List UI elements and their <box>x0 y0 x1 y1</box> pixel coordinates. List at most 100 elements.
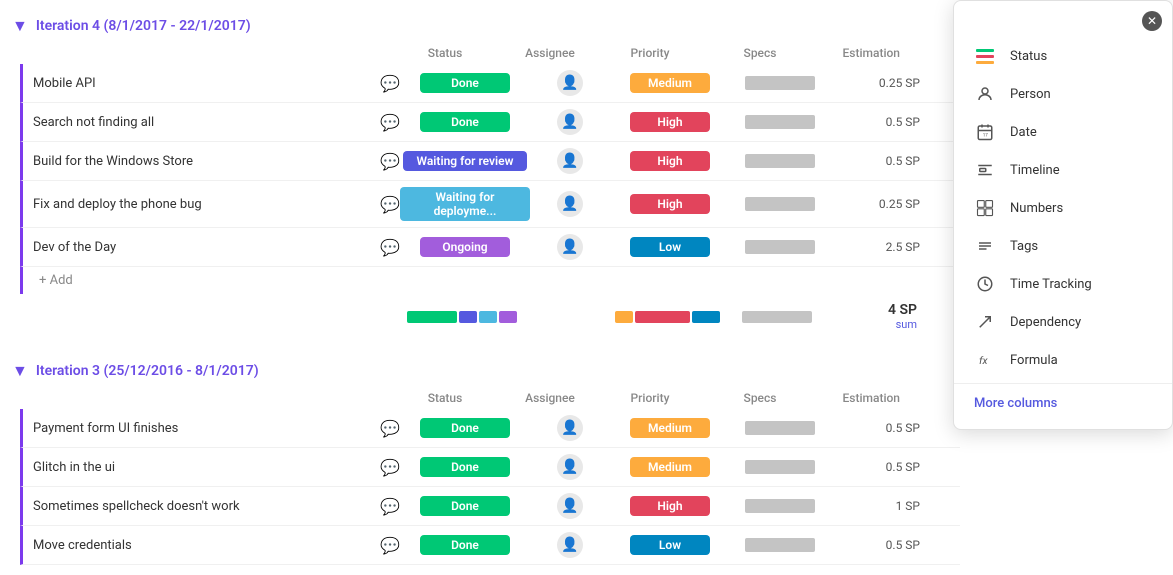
comment-icon[interactable]: 💬 <box>380 419 400 438</box>
table-row: Mobile API 💬 Done 👤 Medium 0.25 SP <box>20 64 960 103</box>
sum-priority-bar-medium <box>615 311 633 323</box>
dropdown-item-timeline[interactable]: Timeline <box>954 151 1172 189</box>
task-priority-cell: High <box>610 496 730 516</box>
dropdown-item-label: Numbers <box>1010 201 1063 216</box>
task-assignee-cell: 👤 <box>530 532 610 558</box>
task-name: Fix and deploy the phone bug <box>33 197 374 212</box>
status-badge[interactable]: Done <box>420 535 510 555</box>
task-name: Payment form UI finishes <box>33 421 374 436</box>
task-priority-cell: High <box>610 194 730 214</box>
dropdown-item-status[interactable]: Status <box>954 37 1172 75</box>
specs-bar <box>745 240 815 254</box>
time-tracking-icon <box>974 273 996 295</box>
status-badge[interactable]: Done <box>420 457 510 477</box>
task-name: Glitch in the ui <box>33 460 374 475</box>
priority-badge[interactable]: High <box>630 194 710 214</box>
dropdown-divider <box>954 383 1172 384</box>
task-name-cell: Fix and deploy the phone bug 💬 <box>23 195 400 214</box>
task-estimation-cell: 0.5 SP <box>830 538 930 552</box>
priority-badge[interactable]: Low <box>630 237 710 257</box>
task-priority-cell: Medium <box>610 418 730 438</box>
task-assignee-cell: 👤 <box>530 70 610 96</box>
task-status-cell: Done <box>400 112 530 132</box>
svg-text:fx: fx <box>979 354 989 367</box>
sum-status-colors <box>397 311 527 323</box>
avatar[interactable]: 👤 <box>557 234 583 260</box>
task-assignee-cell: 👤 <box>530 234 610 260</box>
status-badge[interactable]: Done <box>420 73 510 93</box>
comment-icon[interactable]: 💬 <box>380 458 400 477</box>
task-name-cell: Dev of the Day 💬 <box>23 238 400 257</box>
task-status-cell: Done <box>400 73 530 93</box>
task-status-cell: Waiting for review <box>400 151 530 171</box>
status-badge[interactable]: Done <box>420 112 510 132</box>
priority-badge[interactable]: High <box>630 112 710 132</box>
dropdown-item-dependency[interactable]: Dependency <box>954 303 1172 341</box>
avatar[interactable]: 👤 <box>557 532 583 558</box>
dropdown-item-label: Date <box>1010 125 1037 140</box>
comment-icon[interactable]: 💬 <box>380 536 400 555</box>
table-row: Move credentials 💬 Done 👤 Low 0.5 SP <box>20 526 960 565</box>
task-priority-cell: Medium <box>610 73 730 93</box>
priority-badge[interactable]: Low <box>630 535 710 555</box>
add-task-button[interactable]: + Add <box>20 267 960 294</box>
priority-badge[interactable]: High <box>630 496 710 516</box>
task-name-cell: Payment form UI finishes 💬 <box>23 419 400 438</box>
status-badge[interactable]: Waiting for deployme... <box>400 187 530 221</box>
tags-icon <box>974 235 996 257</box>
avatar[interactable]: 👤 <box>557 415 583 441</box>
dropdown-item-label: Time Tracking <box>1010 277 1092 292</box>
timeline-icon <box>974 159 996 181</box>
dropdown-item-tags[interactable]: Tags <box>954 227 1172 265</box>
dependency-icon <box>974 311 996 333</box>
comment-icon[interactable]: 💬 <box>380 113 400 132</box>
dropdown-item-date[interactable]: 17 Date <box>954 113 1172 151</box>
iteration-3-header[interactable]: ▼ Iteration 3 (25/12/2016 - 8/1/2017) <box>0 355 960 387</box>
task-priority-cell: Low <box>610 535 730 555</box>
status-badge[interactable]: Waiting for review <box>403 151 528 171</box>
main-container: ▼ Iteration 4 (8/1/2017 - 22/1/2017) Sta… <box>0 0 1173 575</box>
task-specs-cell <box>730 421 830 435</box>
more-columns-button[interactable]: More columns <box>954 388 1172 419</box>
numbers-icon <box>974 197 996 219</box>
priority-badge[interactable]: Medium <box>630 73 710 93</box>
close-button[interactable]: ✕ <box>1142 11 1162 31</box>
col-header-assignee: Assignee <box>510 46 590 60</box>
status-icon <box>974 45 996 67</box>
priority-badge[interactable]: Medium <box>630 418 710 438</box>
comment-icon[interactable]: 💬 <box>380 74 400 93</box>
comment-icon[interactable]: 💬 <box>380 497 400 516</box>
priority-badge[interactable]: Medium <box>630 457 710 477</box>
task-assignee-cell: 👤 <box>530 415 610 441</box>
task-priority-cell: Medium <box>610 457 730 477</box>
avatar[interactable]: 👤 <box>557 454 583 480</box>
iteration-4-header[interactable]: ▼ Iteration 4 (8/1/2017 - 22/1/2017) <box>0 10 960 42</box>
dropdown-item-formula[interactable]: fx Formula <box>954 341 1172 379</box>
table-row: Sometimes spellcheck doesn't work 💬 Done… <box>20 487 960 526</box>
status-badge[interactable]: Ongoing <box>420 237 510 257</box>
table-row: Payment form UI finishes 💬 Done 👤 Medium… <box>20 409 960 448</box>
comment-icon[interactable]: 💬 <box>380 152 400 171</box>
comment-icon[interactable]: 💬 <box>380 195 400 214</box>
table-row: Dev of the Day 💬 Ongoing 👤 Low 2.5 SP <box>20 228 960 267</box>
task-assignee-cell: 👤 <box>530 191 610 217</box>
avatar[interactable]: 👤 <box>557 148 583 174</box>
status-badge[interactable]: Done <box>420 418 510 438</box>
task-specs-cell <box>730 240 830 254</box>
avatar[interactable]: 👤 <box>557 70 583 96</box>
avatar[interactable]: 👤 <box>557 493 583 519</box>
dropdown-item-person[interactable]: Person <box>954 75 1172 113</box>
person-icon <box>974 83 996 105</box>
dropdown-item-numbers[interactable]: Numbers <box>954 189 1172 227</box>
task-status-cell: Done <box>400 418 530 438</box>
task-specs-cell <box>730 154 830 168</box>
task-assignee-cell: 👤 <box>530 148 610 174</box>
priority-badge[interactable]: High <box>630 151 710 171</box>
task-name-cell: Sometimes spellcheck doesn't work 💬 <box>23 497 400 516</box>
avatar[interactable]: 👤 <box>557 109 583 135</box>
dropdown-item-time-tracking[interactable]: Time Tracking <box>954 265 1172 303</box>
task-estimation-cell: 0.25 SP <box>830 197 930 211</box>
status-badge[interactable]: Done <box>420 496 510 516</box>
comment-icon[interactable]: 💬 <box>380 238 400 257</box>
avatar[interactable]: 👤 <box>557 191 583 217</box>
